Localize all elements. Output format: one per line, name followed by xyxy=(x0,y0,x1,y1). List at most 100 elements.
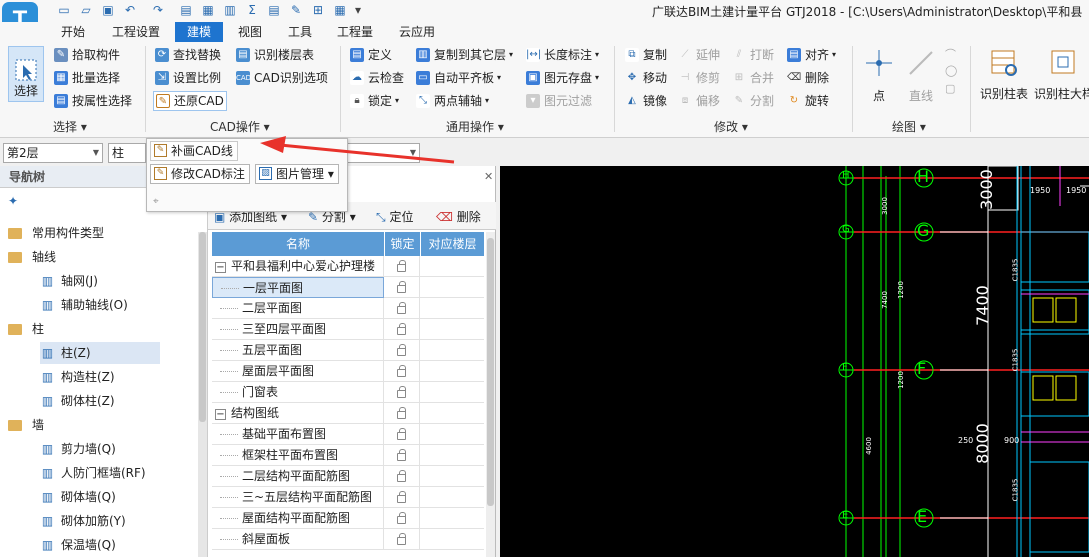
tree-folder[interactable]: 常用构件类型 xyxy=(8,222,104,244)
define-button[interactable]: ▤ 定义 xyxy=(350,45,392,65)
row-lock-cell[interactable] xyxy=(384,487,420,508)
table-icon[interactable]: ▦ xyxy=(332,2,348,18)
group-label-modify[interactable]: 修改 ▾ xyxy=(714,118,748,135)
table-row[interactable]: 三至四层平面图 xyxy=(212,319,484,340)
table-row[interactable]: 三~五层结构平面配筋图 xyxy=(212,487,484,508)
close-icon[interactable]: ✕ xyxy=(484,170,493,183)
row-lock-cell[interactable] xyxy=(384,529,420,550)
select-by-attr-button[interactable]: ▤ 按属性选择 xyxy=(54,91,132,111)
recognize-column-table-button[interactable]: 识别柱表 xyxy=(978,48,1030,108)
row-lock-cell[interactable] xyxy=(384,445,420,466)
redraw-cad-line-button[interactable]: ✎ 补画CAD线 xyxy=(150,141,238,161)
row-lock-cell[interactable] xyxy=(384,466,420,487)
batch-select-button[interactable]: ▦ 批量选择 xyxy=(54,68,120,88)
collapse-icon[interactable]: − xyxy=(215,409,226,420)
delete-button[interactable]: ⌫ 删除 xyxy=(787,68,829,88)
drawing-scroll-thumb[interactable] xyxy=(487,238,494,506)
pin-icon[interactable]: ⌖ xyxy=(153,196,159,207)
drawing-scrollbar[interactable] xyxy=(486,232,495,557)
group-label-cad[interactable]: CAD操作 ▾ xyxy=(210,118,270,135)
lock-button[interactable]: 🔒︎ 锁定 ▾ xyxy=(350,91,399,111)
open-folder-icon[interactable]: ▱ xyxy=(78,2,94,18)
tree-item[interactable]: ▥ 砌体墙(Q) xyxy=(40,486,116,508)
edit-cad-dim-button[interactable]: ✎ 修改CAD标注 xyxy=(150,164,250,184)
tab-start[interactable]: 开始 xyxy=(50,22,96,42)
layer-icon[interactable]: ▤ xyxy=(178,2,194,18)
offset-button[interactable]: ⧈ 偏移 xyxy=(678,91,720,111)
row-lock-cell[interactable] xyxy=(384,424,420,445)
copy-to-layer-button[interactable]: ▥ 复制到其它层 ▾ xyxy=(416,45,513,65)
print-icon[interactable]: ▦ xyxy=(200,2,216,18)
circle-icon[interactable]: ◯ xyxy=(945,64,963,82)
tree-item[interactable]: ▥ 构造柱(Z) xyxy=(40,366,115,388)
row-lock-cell[interactable] xyxy=(384,403,420,424)
delete-drawing-button[interactable]: ⌫ 删除 xyxy=(436,208,481,225)
restore-cad-button[interactable]: ✎ 还原CAD xyxy=(153,91,227,111)
split-button[interactable]: ✎ 分割 xyxy=(732,91,774,111)
grid-view-icon[interactable]: ⊞ xyxy=(310,2,326,18)
qa-dropdown-icon[interactable]: ▾ xyxy=(350,2,366,18)
locate-button[interactable]: ⤡ 定位 xyxy=(376,208,413,225)
mirror-button[interactable]: ◭ 镜像 xyxy=(625,91,667,111)
edit-icon[interactable]: ✎ xyxy=(288,2,304,18)
line-button[interactable]: 直线 xyxy=(904,48,938,104)
break-button[interactable]: ⫽ 打断 xyxy=(732,45,774,65)
row-lock-cell[interactable] xyxy=(384,319,420,340)
tree-item[interactable]: ▥ 砌体柱(Z) xyxy=(40,390,115,412)
nav-pin-icon[interactable]: ✦ xyxy=(8,194,18,208)
col-floor[interactable]: 对应楼层 xyxy=(420,232,484,256)
find-replace-button[interactable]: ⟳ 查找替换 xyxy=(155,45,221,65)
set-scale-button[interactable]: ⇲ 设置比例 xyxy=(155,68,221,88)
tree-item[interactable]: ▥ 砌体加筋(Y) xyxy=(40,510,126,532)
tree-item[interactable]: ▥ 保温墙(Q) xyxy=(40,534,116,556)
element-filter-button[interactable]: ▾ 图元过滤 xyxy=(526,91,592,111)
nav-scroll-thumb[interactable] xyxy=(199,232,206,422)
row-lock-cell[interactable] xyxy=(384,340,420,361)
table-row[interactable]: 屋面层平面图 xyxy=(212,361,484,382)
table-row[interactable]: 基础平面布置图 xyxy=(212,424,484,445)
tree-item[interactable]: ▥ 剪力墙(Q) xyxy=(40,438,116,460)
component-select[interactable]: 柱 xyxy=(108,143,146,163)
row-lock-cell[interactable] xyxy=(384,382,420,403)
export-icon[interactable]: ▥ xyxy=(222,2,238,18)
length-dim-button[interactable]: |↔| 长度标注 ▾ xyxy=(526,45,599,65)
recognize-column-detail-button[interactable]: 识别柱大样 xyxy=(1034,48,1089,108)
rotate-button[interactable]: ↻ 旋转 xyxy=(787,91,829,111)
row-lock-cell[interactable] xyxy=(384,298,420,319)
group-label-draw[interactable]: 绘图 ▾ xyxy=(892,118,926,135)
pick-component-button[interactable]: ✎ 拾取构件 xyxy=(54,45,120,65)
move-button[interactable]: ✥ 移动 xyxy=(625,68,667,88)
tree-item[interactable]: ▥ 轴网(J) xyxy=(40,270,98,292)
two-point-axis-button[interactable]: ⤡ 两点辅轴 ▾ xyxy=(416,91,489,111)
nav-scrollbar[interactable] xyxy=(198,232,207,557)
tree-item[interactable]: ▥ 人防门框墙(RF) xyxy=(40,462,146,484)
col-name[interactable]: 名称 xyxy=(212,232,384,256)
report-icon[interactable]: ▤ xyxy=(266,2,282,18)
copy-button[interactable]: ⧉ 复制 xyxy=(625,45,667,65)
auto-flush-button[interactable]: ▭ 自动平齐板 ▾ xyxy=(416,68,501,88)
table-row[interactable]: − 平和县福利中心爱心护理楼 xyxy=(212,256,484,277)
tree-item[interactable]: ▥ 辅助轴线(O) xyxy=(40,294,128,316)
table-row[interactable]: 屋面结构平面配筋图 xyxy=(212,508,484,529)
table-row[interactable]: 五层平面图 xyxy=(212,340,484,361)
tree-folder[interactable]: 墙 xyxy=(8,414,44,436)
save-icon[interactable]: ▣ xyxy=(100,2,116,18)
tab-cloud[interactable]: 云应用 xyxy=(390,22,444,42)
row-lock-cell[interactable] xyxy=(384,277,420,298)
select-button[interactable]: 选择 xyxy=(8,46,44,102)
table-row[interactable]: 斜屋面板 xyxy=(212,529,484,550)
table-row[interactable]: 门窗表 xyxy=(212,382,484,403)
tree-item[interactable]: ▥ 柱(Z) xyxy=(40,342,160,364)
redo-icon[interactable]: ↷ xyxy=(150,2,166,18)
tab-view[interactable]: 视图 xyxy=(230,22,270,42)
recognize-floor-table-button[interactable]: ▤ 识别楼层表 xyxy=(236,45,314,65)
tree-folder[interactable]: 柱 xyxy=(8,318,44,340)
col-lock[interactable]: 锁定 xyxy=(384,232,420,256)
row-lock-cell[interactable] xyxy=(384,508,420,529)
merge-button[interactable]: ⊞ 合并 xyxy=(732,68,774,88)
new-file-icon[interactable]: ▭ xyxy=(56,2,72,18)
rect-icon[interactable]: ▢ xyxy=(945,82,963,100)
point-button[interactable]: 点 xyxy=(862,48,896,104)
trim-button[interactable]: ⊣ 修剪 xyxy=(678,68,720,88)
table-row[interactable]: 一层平面图 xyxy=(212,277,484,298)
